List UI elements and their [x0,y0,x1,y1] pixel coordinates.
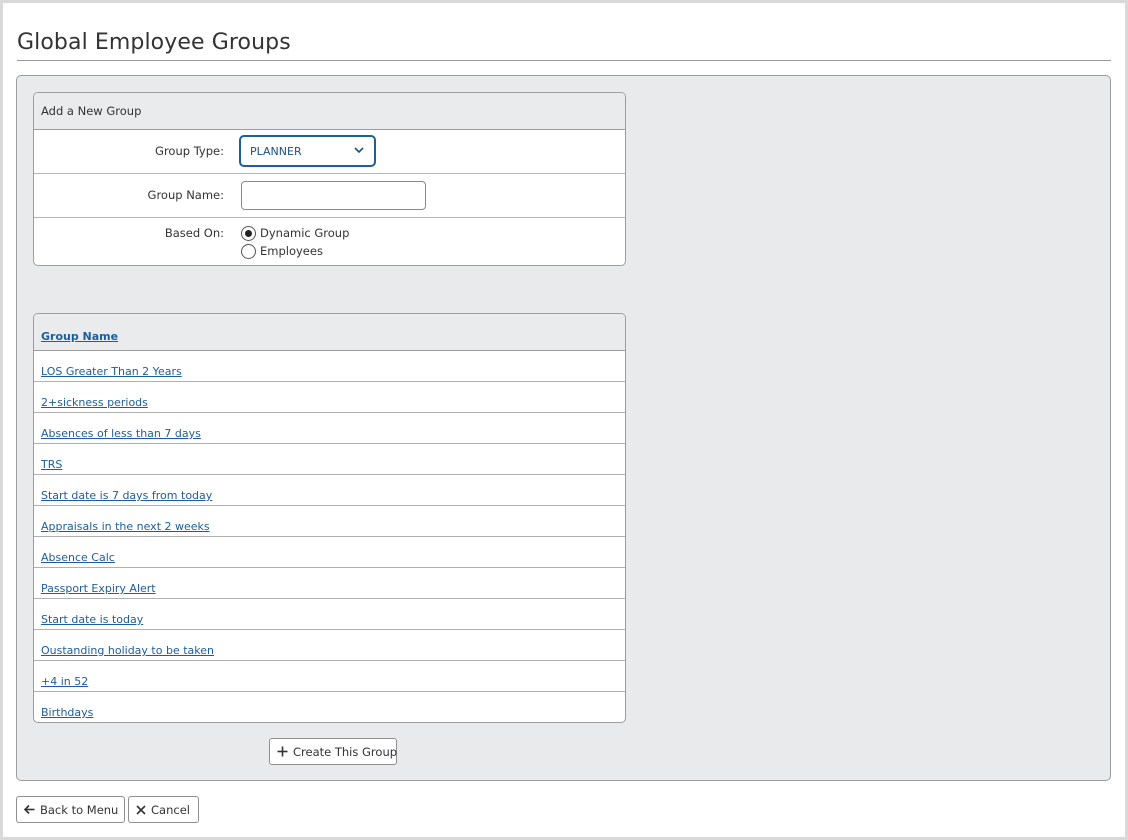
group-link[interactable]: TRS [41,458,62,471]
cancel-button[interactable]: Cancel [128,796,199,823]
radio-label-employees: Employees [260,244,323,258]
page-title: Global Employee Groups [17,29,291,55]
create-group-label: Create This Group [293,744,398,759]
list-item: Start date is 7 days from today [34,475,625,506]
list-item: Absences of less than 7 days [34,413,625,444]
list-item: Birthdays [34,692,625,722]
list-item: Passport Expiry Alert [34,568,625,599]
sort-group-name-link[interactable]: Group Name [41,330,118,343]
radio-button-unchecked[interactable] [241,243,256,259]
group-type-row: Group Type: PLANNER [34,130,625,174]
plus-icon [277,746,288,757]
list-item: TRS [34,444,625,475]
list-item: 2+sickness periods [34,382,625,413]
group-link[interactable]: Appraisals in the next 2 weeks [41,520,210,533]
back-to-menu-label: Back to Menu [40,802,119,817]
arrow-left-icon [24,804,35,815]
list-item: Start date is today [34,599,625,630]
close-icon [136,804,146,815]
group-link[interactable]: 2+sickness periods [41,396,148,409]
add-group-form: Add a New Group Group Type: PLANNER Grou… [33,92,626,266]
group-link[interactable]: Absence Calc [41,551,115,564]
group-link[interactable]: Birthdays [41,706,93,719]
group-list-header: Group Name [34,314,625,351]
group-list: Group Name LOS Greater Than 2 Years 2+si… [33,313,626,723]
radio-label-dynamic-group: Dynamic Group [260,226,350,240]
based-on-label: Based On: [164,226,224,240]
group-link[interactable]: Start date is today [41,613,143,626]
group-link[interactable]: +4 in 52 [41,675,88,688]
radio-button-checked[interactable] [241,225,256,241]
radio-employees[interactable]: Employees [241,243,323,259]
group-link[interactable]: Absences of less than 7 days [41,427,201,440]
radio-dynamic-group[interactable]: Dynamic Group [241,225,349,241]
list-item: LOS Greater Than 2 Years [34,351,625,382]
back-to-menu-button[interactable]: Back to Menu [16,796,125,823]
create-group-button[interactable]: Create This Group [269,738,397,765]
cancel-label: Cancel [151,802,190,817]
group-link[interactable]: Start date is 7 days from today [41,489,212,502]
group-link[interactable]: Oustanding holiday to be taken [41,644,214,657]
form-header: Add a New Group [34,93,625,130]
list-item: +4 in 52 [34,661,625,692]
main-panel: Add a New Group Group Type: PLANNER Grou… [16,75,1111,781]
group-type-value: PLANNER [250,145,302,158]
group-name-label: Group Name: [147,188,224,202]
chevron-down-icon [354,147,364,154]
list-item: Appraisals in the next 2 weeks [34,506,625,537]
group-name-row: Group Name: [34,174,625,218]
group-link[interactable]: LOS Greater Than 2 Years [41,365,182,378]
title-divider [17,60,1111,61]
group-type-select[interactable]: PLANNER [239,135,376,167]
app-window: Global Employee Groups Add a New Group G… [0,0,1128,840]
list-item: Oustanding holiday to be taken [34,630,625,661]
group-link[interactable]: Passport Expiry Alert [41,582,156,595]
group-type-label: Group Type: [155,144,224,158]
based-on-row: Based On: Dynamic Group Employees [34,218,625,265]
group-name-input[interactable] [241,181,426,210]
list-item: Absence Calc [34,537,625,568]
